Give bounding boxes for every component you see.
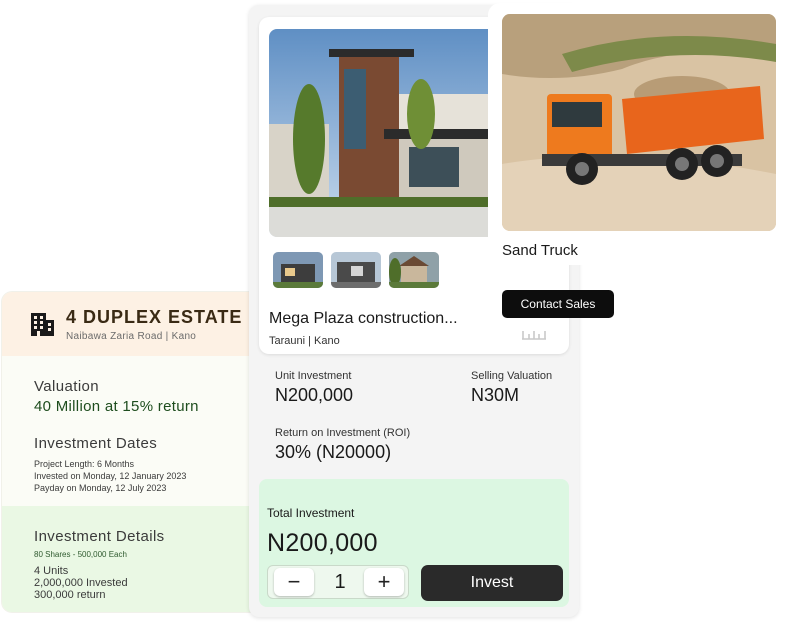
roi-label: Return on Investment (ROI) xyxy=(275,427,411,439)
truck-photo[interactable] xyxy=(502,14,776,231)
invested-amount: 2,000,000 Invested xyxy=(34,577,128,589)
ruler-icon xyxy=(522,331,546,340)
selling-valuation-value: N30M xyxy=(471,385,520,405)
investment-details-label: Investment Details xyxy=(34,528,165,545)
roi-value: 30% (N20000) xyxy=(275,442,392,462)
payday: Payday on Monday, 12 July 2023 xyxy=(34,483,167,493)
total-investment-value: N200,000 xyxy=(267,529,378,557)
units-count: 4 Units xyxy=(34,565,69,577)
return-amount: 300,000 return xyxy=(34,589,106,601)
product-location: Tarauni | Kano xyxy=(269,335,340,347)
decrement-button[interactable]: − xyxy=(274,568,314,596)
valuation-label: Valuation xyxy=(34,378,100,395)
invested-on: Invested on Monday, 12 January 2023 xyxy=(34,471,187,481)
thumbnail-strip xyxy=(273,252,439,288)
thumbnail-image[interactable] xyxy=(389,252,439,288)
valuation-value: 40 Million at 15% return xyxy=(34,398,199,415)
selling-valuation: Selling Valuation N30M xyxy=(471,370,552,406)
unit-investment-value: N200,000 xyxy=(275,385,354,405)
investment-showcase: 4 DUPLEX ESTATE Naibawa Zaria Road | Kan… xyxy=(0,0,790,626)
increment-button[interactable]: + xyxy=(364,568,404,596)
thumbnail-image[interactable] xyxy=(331,252,381,288)
investment-dates-label: Investment Dates xyxy=(34,435,158,452)
contact-sales-button[interactable]: Contact Sales xyxy=(502,290,614,318)
truck-card xyxy=(488,3,790,265)
invest-button[interactable]: Invest xyxy=(421,565,563,601)
product-title: Mega Plaza construction... xyxy=(269,310,458,327)
project-length: Project Length: 6 Months xyxy=(34,459,135,469)
truck-title: Sand Truck xyxy=(502,242,578,259)
estate-location: Naibawa Zaria Road | Kano xyxy=(66,330,197,342)
estate-title: 4 DUPLEX ESTATE xyxy=(66,306,243,327)
unit-investment: Unit Investment N200,000 xyxy=(275,370,353,406)
building-icon xyxy=(31,313,54,336)
house-photo[interactable] xyxy=(269,29,499,237)
thumbnail-image[interactable] xyxy=(273,252,323,288)
unit-investment-label: Unit Investment xyxy=(275,370,352,382)
estate-header: 4 DUPLEX ESTATE Naibawa Zaria Road | Kan… xyxy=(2,292,260,356)
shares-info: 80 Shares - 500,000 Each xyxy=(34,550,127,559)
total-investment-label: Total Investment xyxy=(267,506,355,520)
roi: Return on Investment (ROI) 30% (N20000) xyxy=(275,427,410,463)
estate-card: 4 DUPLEX ESTATE Naibawa Zaria Road | Kan… xyxy=(2,292,260,612)
selling-valuation-label: Selling Valuation xyxy=(471,370,553,382)
quantity-value[interactable]: 1 xyxy=(328,571,352,594)
total-investment-panel: Total Investment N200,000 − 1 + Invest xyxy=(259,479,569,607)
investment-details: Investment Details 80 Shares - 500,000 E… xyxy=(2,506,260,612)
quantity-stepper: − 1 + xyxy=(267,565,409,599)
